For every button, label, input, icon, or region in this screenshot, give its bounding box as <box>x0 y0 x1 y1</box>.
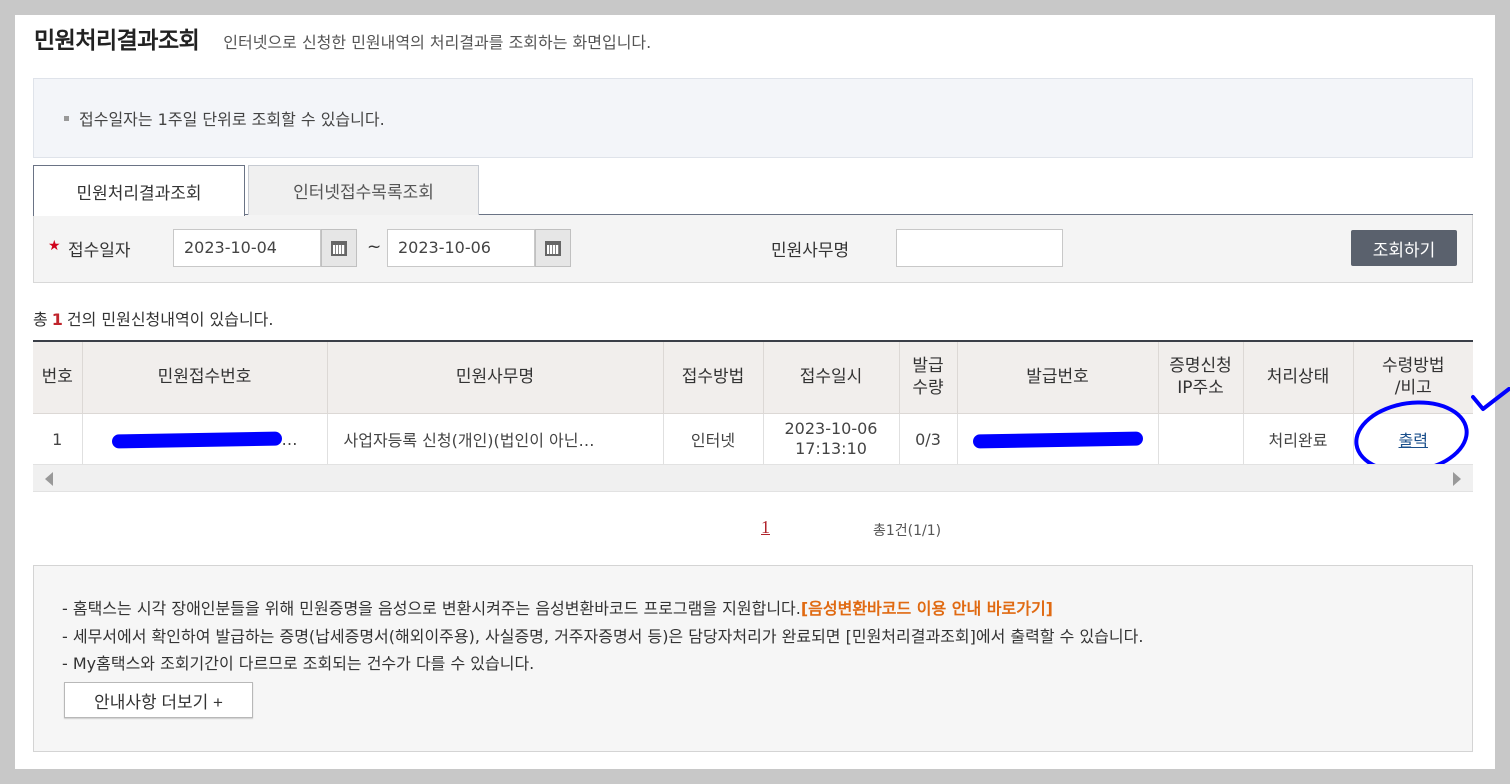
scroll-left-icon[interactable] <box>45 472 53 486</box>
cell-no: 1 <box>33 413 83 466</box>
pagination-page-1[interactable]: 1 <box>761 517 770 538</box>
cell-quantity: 0/3 <box>898 413 958 466</box>
col-header-status: 처리상태 <box>1242 341 1354 414</box>
service-name-input[interactable] <box>896 229 1063 267</box>
result-count-prefix: 총 <box>33 310 48 329</box>
result-count: 총 1 건의 민원신청내역이 있습니다. <box>33 306 274 330</box>
annotation-check-mark <box>1471 387 1510 411</box>
cell-time: 17:13:10 <box>795 439 867 458</box>
page-title: 민원처리결과조회 <box>34 28 200 54</box>
notice-text: 접수일자는 1주일 단위로 조회할 수 있습니다. <box>64 106 385 130</box>
tab-internet-receipt-list[interactable]: 인터넷접수목록조회 <box>248 165 479 215</box>
col-header-datetime: 접수일시 <box>762 341 900 414</box>
col-header-quantity-line2: 수량 <box>912 378 944 399</box>
redaction-mark <box>972 431 1143 449</box>
cell-receipt-no: … <box>81 413 328 466</box>
scroll-right-icon[interactable] <box>1453 472 1461 486</box>
col-header-ip: 증명신청 IP주소 <box>1157 341 1244 414</box>
receipt-date-label: 접수일자 <box>68 241 131 261</box>
cell-status: 처리완료 <box>1242 413 1354 466</box>
table-row: 1 … 사업자등록 신청(개인)(법인이 아닌… 인터넷 2023-10-06 1… <box>33 413 1473 466</box>
col-header-ip-line1: 증명신청 <box>1169 356 1232 377</box>
more-info-button[interactable]: 안내사항 더보기 + <box>64 682 253 718</box>
start-date-calendar-button[interactable] <box>321 229 357 267</box>
title-row: 민원처리결과조회 인터넷으로 신청한 민원내역의 처리결과를 조회하는 화면입니… <box>34 21 651 55</box>
info-box: - 홈택스는 시각 장애인분들을 위해 민원증명을 음성으로 변환시켜주는 음성… <box>33 565 1473 752</box>
service-name-label: 민원사무명 <box>771 241 850 261</box>
redaction-mark <box>111 431 282 449</box>
info-line-1: - 홈택스는 시각 장애인분들을 위해 민원증명을 음성으로 변환시켜주는 음성… <box>62 595 1053 619</box>
tab-bar: 민원처리결과조회 인터넷접수목록조회 <box>33 165 1473 216</box>
pagination-total: 총1건(1/1) <box>873 523 942 539</box>
col-header-quantity: 발급 수량 <box>898 341 958 414</box>
required-icon: ★ <box>48 238 61 254</box>
page-description: 인터넷으로 신청한 민원내역의 처리결과를 조회하는 화면입니다. <box>223 33 652 52</box>
col-header-receive-line2: /비고 <box>1394 378 1432 399</box>
result-count-suffix: 건의 민원신청내역이 있습니다. <box>66 310 274 329</box>
date-range-separator: ~ <box>367 237 382 257</box>
info-line-2: - 세무서에서 확인하여 발급하는 증명(납세증명서(해외이주용), 사실증명,… <box>62 627 1144 646</box>
col-header-method: 접수방법 <box>662 341 764 414</box>
col-header-quantity-line1: 발급 <box>912 356 944 377</box>
info-line-1-text: - 홈택스는 시각 장애인분들을 위해 민원증명을 음성으로 변환시켜주는 음성… <box>62 599 801 618</box>
tab-result-inquiry[interactable]: 민원처리결과조회 <box>33 165 245 216</box>
search-form: ★ 접수일자 2023-10-04 ~ 2023-10-06 민원사무명 조회하… <box>33 215 1473 283</box>
search-button[interactable]: 조회하기 <box>1351 230 1457 266</box>
page-container: 민원처리결과조회 인터넷으로 신청한 민원내역의 처리결과를 조회하는 화면입니… <box>15 15 1510 769</box>
end-date-calendar-button[interactable] <box>535 229 571 267</box>
cell-ip <box>1157 413 1244 466</box>
result-count-number: 1 <box>51 310 63 329</box>
cell-receipt-no-tail: … <box>281 429 298 449</box>
cell-issue-no <box>956 413 1159 466</box>
col-header-receipt-no: 민원접수번호 <box>81 341 328 414</box>
cell-method: 인터넷 <box>662 413 764 466</box>
col-header-service-name: 민원사무명 <box>326 341 664 414</box>
col-header-no: 번호 <box>33 341 83 414</box>
voice-barcode-guide-link[interactable]: [음성변환바코드 이용 안내 바로가기] <box>801 599 1053 618</box>
info-line-3: - My홈택스와 조회기간이 다르므로 조회되는 건수가 다를 수 있습니다. <box>62 654 535 673</box>
cell-date: 2023-10-06 <box>784 419 878 438</box>
result-table: 번호 민원접수번호 민원사무명 접수방법 접수일시 발급 수량 발급번호 증명신청… <box>33 340 1473 466</box>
notice-box: 접수일자는 1주일 단위로 조회할 수 있습니다. <box>33 78 1473 158</box>
col-header-receive-line1: 수령방법 <box>1381 356 1445 377</box>
start-date-input[interactable]: 2023-10-04 <box>173 229 321 267</box>
calendar-icon <box>331 240 347 256</box>
result-table-wrapper: 번호 민원접수번호 민원사무명 접수방법 접수일시 발급 수량 발급번호 증명신청… <box>33 340 1473 466</box>
table-header-row: 번호 민원접수번호 민원사무명 접수방법 접수일시 발급 수량 발급번호 증명신청… <box>33 341 1473 414</box>
calendar-icon <box>545 240 561 256</box>
col-header-issue-no: 발급번호 <box>956 341 1159 414</box>
cell-service-name: 사업자등록 신청(개인)(법인이 아닌… <box>326 413 664 466</box>
col-header-ip-line2: IP주소 <box>1177 378 1224 399</box>
cell-datetime: 2023-10-06 17:13:10 <box>762 413 900 466</box>
end-date-input[interactable]: 2023-10-06 <box>387 229 535 267</box>
horizontal-scrollbar[interactable] <box>33 464 1473 492</box>
